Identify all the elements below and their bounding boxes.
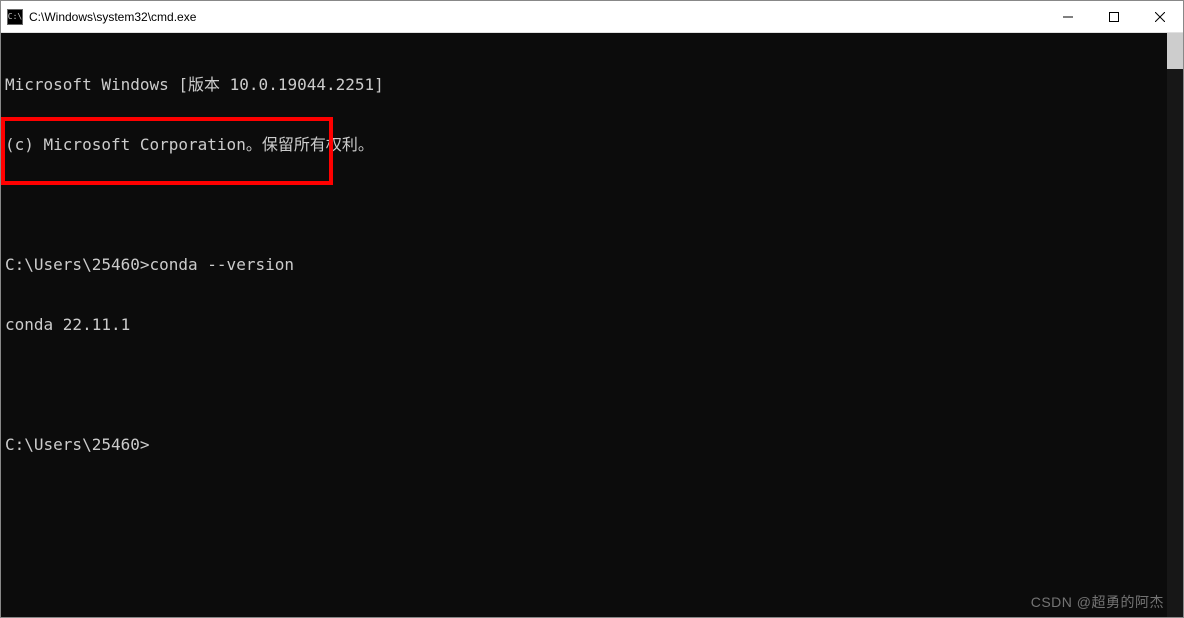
window-title: C:\Windows\system32\cmd.exe [29,10,196,24]
terminal-line: conda 22.11.1 [5,315,1179,335]
close-button[interactable] [1137,1,1183,32]
maximize-button[interactable] [1091,1,1137,32]
terminal-area[interactable]: Microsoft Windows [版本 10.0.19044.2251] (… [1,33,1183,617]
cmd-icon: C:\ [7,9,23,25]
titlebar-left: C:\ C:\Windows\system32\cmd.exe [1,9,196,25]
terminal-line: (c) Microsoft Corporation。保留所有权利。 [5,135,1179,155]
maximize-icon [1109,12,1119,22]
titlebar-controls [1045,1,1183,32]
terminal-content: Microsoft Windows [版本 10.0.19044.2251] (… [1,33,1183,497]
terminal-line: C:\Users\25460> [5,435,1179,455]
watermark-text: CSDN @超勇的阿杰 [1031,592,1164,612]
minimize-icon [1063,12,1073,22]
cmd-icon-label: C:\ [8,13,22,21]
terminal-line: Microsoft Windows [版本 10.0.19044.2251] [5,75,1179,95]
minimize-button[interactable] [1045,1,1091,32]
terminal-line [5,195,1179,215]
close-icon [1155,12,1165,22]
scrollbar-thumb[interactable] [1167,33,1183,69]
terminal-line [5,375,1179,395]
titlebar[interactable]: C:\ C:\Windows\system32\cmd.exe [1,1,1183,33]
vertical-scrollbar[interactable] [1167,33,1183,617]
terminal-line: C:\Users\25460>conda --version [5,255,1179,275]
cmd-window: C:\ C:\Windows\system32\cmd.exe Microsof… [0,0,1184,618]
